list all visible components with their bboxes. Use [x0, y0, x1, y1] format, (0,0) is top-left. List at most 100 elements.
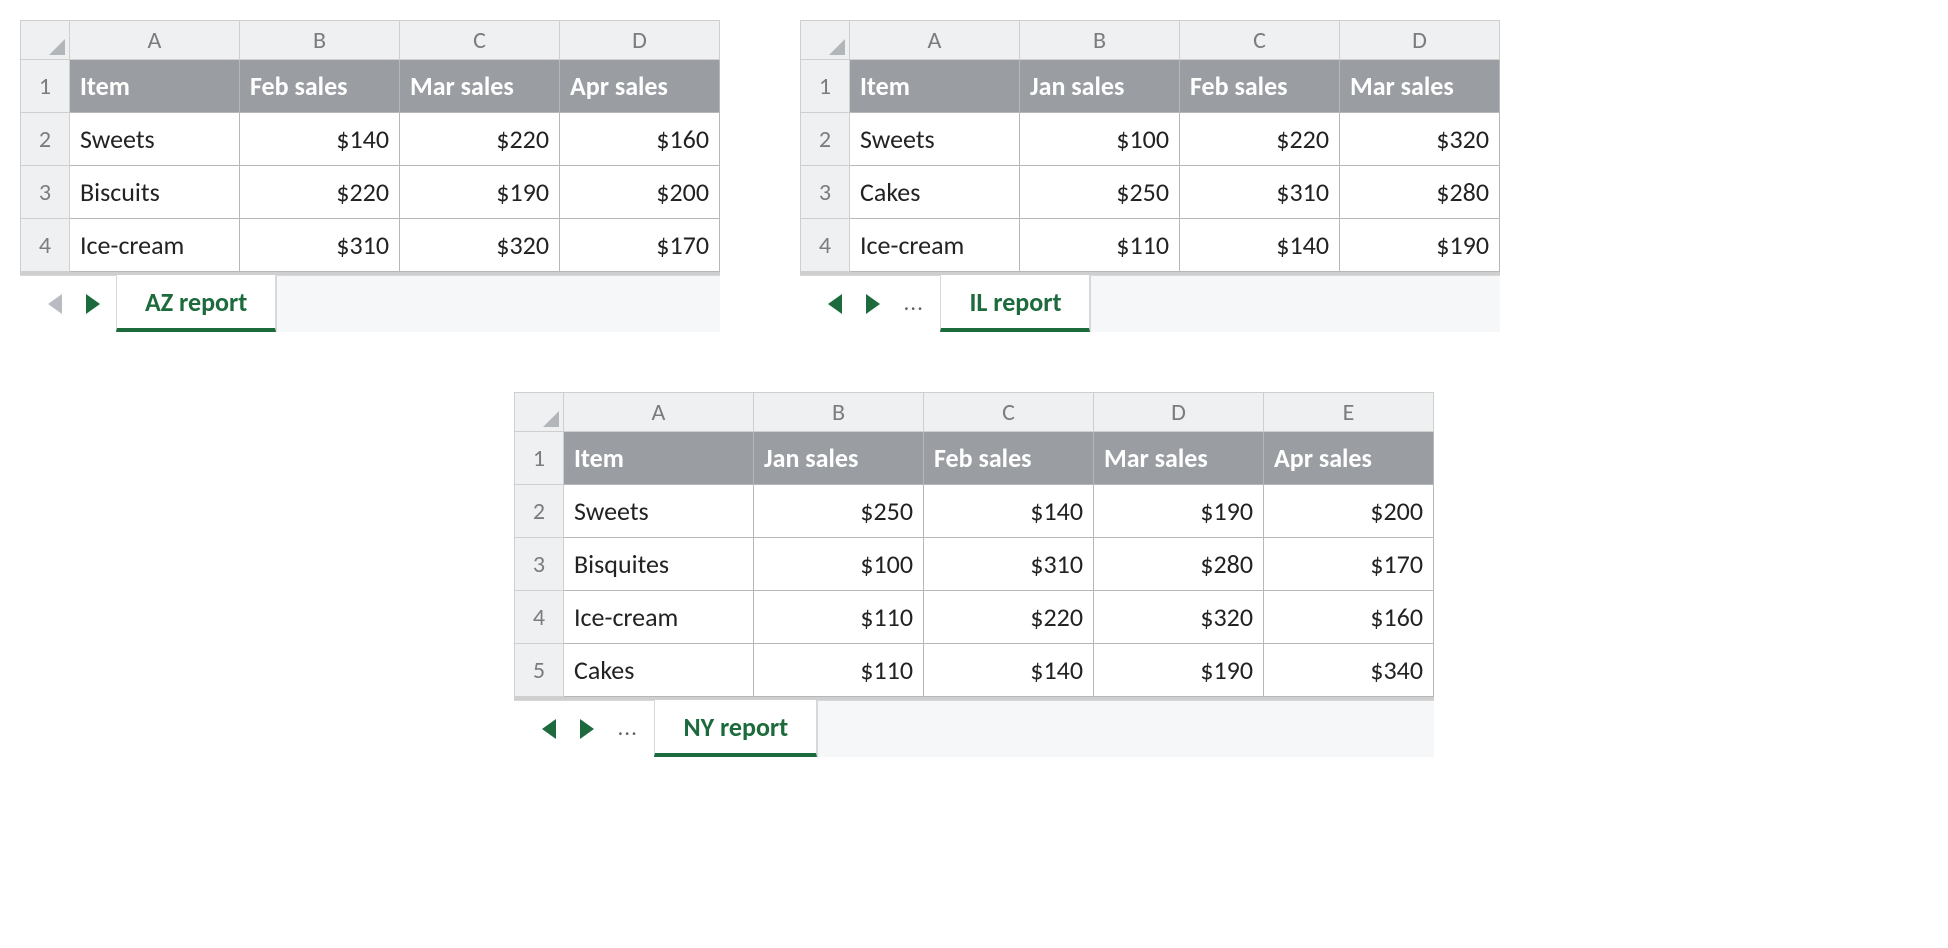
data-cell[interactable]: $100 — [754, 538, 924, 591]
data-cell[interactable]: $320 — [1094, 591, 1264, 644]
data-cell[interactable]: $220 — [1180, 113, 1340, 166]
data-cell[interactable]: Ice-cream — [564, 591, 754, 644]
nav-next-icon[interactable] — [866, 294, 880, 314]
data-cell[interactable]: Ice-cream — [70, 219, 240, 272]
nav-next-icon[interactable] — [86, 294, 100, 314]
row-header-3[interactable]: 3 — [801, 166, 850, 219]
row-header-2[interactable]: 2 — [801, 113, 850, 166]
data-cell[interactable]: $310 — [240, 219, 400, 272]
data-cell[interactable]: $190 — [1094, 644, 1264, 697]
data-cell[interactable]: $190 — [1094, 485, 1264, 538]
data-cell[interactable]: $280 — [1094, 538, 1264, 591]
data-cell[interactable]: $110 — [754, 644, 924, 697]
column-header-b[interactable]: B — [240, 21, 400, 60]
column-header-d[interactable]: D — [560, 21, 720, 60]
data-cell[interactable]: $250 — [1020, 166, 1180, 219]
data-cell[interactable]: $160 — [560, 113, 720, 166]
row-header-4[interactable]: 4 — [515, 591, 564, 644]
column-header-a[interactable]: A — [564, 393, 754, 432]
row-header-1[interactable]: 1 — [21, 60, 70, 113]
row-header-4[interactable]: 4 — [21, 219, 70, 272]
row-header-2[interactable]: 2 — [515, 485, 564, 538]
data-cell[interactable]: $340 — [1264, 644, 1434, 697]
data-cell[interactable]: Biscuits — [70, 166, 240, 219]
nav-more-icon[interactable]: ... — [904, 293, 924, 315]
column-header-c[interactable]: C — [1180, 21, 1340, 60]
row-header-4[interactable]: 4 — [801, 219, 850, 272]
select-all-corner[interactable] — [515, 393, 564, 432]
column-header-d[interactable]: D — [1340, 21, 1500, 60]
data-cell[interactable]: $220 — [924, 591, 1094, 644]
data-cell[interactable]: $110 — [754, 591, 924, 644]
spreadsheet-grid-az[interactable]: ABCD 1ItemFeb salesMar salesApr sales 2Swe… — [20, 20, 720, 272]
nav-prev-icon[interactable] — [48, 294, 62, 314]
header-cell[interactable]: Jan sales — [754, 432, 924, 485]
data-cell[interactable]: $170 — [1264, 538, 1434, 591]
spreadsheet-grid-ny[interactable]: ABCDE 1ItemJan salesFeb salesMar salesApr… — [514, 392, 1434, 697]
data-cell[interactable]: $200 — [560, 166, 720, 219]
sheet-tab-active[interactable]: IL report — [940, 275, 1090, 332]
column-header-c[interactable]: C — [924, 393, 1094, 432]
data-cell[interactable]: $140 — [240, 113, 400, 166]
column-header-e[interactable]: E — [1264, 393, 1434, 432]
nav-more-icon[interactable]: ... — [618, 718, 638, 740]
column-header-c[interactable]: C — [400, 21, 560, 60]
column-header-b[interactable]: B — [1020, 21, 1180, 60]
data-cell[interactable]: Ice-cream — [850, 219, 1020, 272]
nav-prev-icon[interactable] — [828, 294, 842, 314]
select-all-corner[interactable] — [801, 21, 850, 60]
header-cell[interactable]: Feb sales — [924, 432, 1094, 485]
data-cell[interactable]: $200 — [1264, 485, 1434, 538]
data-cell[interactable]: Bisquites — [564, 538, 754, 591]
header-cell[interactable]: Feb sales — [240, 60, 400, 113]
data-cell[interactable]: $320 — [400, 219, 560, 272]
data-cell[interactable]: $310 — [1180, 166, 1340, 219]
header-cell[interactable]: Item — [564, 432, 754, 485]
column-header-a[interactable]: A — [850, 21, 1020, 60]
header-cell[interactable]: Item — [70, 60, 240, 113]
header-cell[interactable]: Jan sales — [1020, 60, 1180, 113]
row-header-1[interactable]: 1 — [801, 60, 850, 113]
data-cell[interactable]: $100 — [1020, 113, 1180, 166]
row-header-3[interactable]: 3 — [21, 166, 70, 219]
header-cell[interactable]: Apr sales — [1264, 432, 1434, 485]
row-header-3[interactable]: 3 — [515, 538, 564, 591]
nav-prev-icon[interactable] — [542, 719, 556, 739]
header-cell[interactable]: Mar sales — [1094, 432, 1264, 485]
data-cell[interactable]: $310 — [924, 538, 1094, 591]
row-header-5[interactable]: 5 — [515, 644, 564, 697]
data-cell[interactable]: $110 — [1020, 219, 1180, 272]
row-header-1[interactable]: 1 — [515, 432, 564, 485]
data-cell[interactable]: $220 — [240, 166, 400, 219]
data-cell[interactable]: Sweets — [850, 113, 1020, 166]
header-cell[interactable]: Mar sales — [400, 60, 560, 113]
select-all-corner[interactable] — [21, 21, 70, 60]
data-cell[interactable]: Cakes — [850, 166, 1020, 219]
data-cell[interactable]: $170 — [560, 219, 720, 272]
data-cell[interactable]: $280 — [1340, 166, 1500, 219]
data-cell[interactable]: $250 — [754, 485, 924, 538]
header-cell[interactable]: Item — [850, 60, 1020, 113]
data-cell[interactable]: Sweets — [564, 485, 754, 538]
data-cell[interactable]: $140 — [1180, 219, 1340, 272]
header-cell[interactable]: Apr sales — [560, 60, 720, 113]
data-cell[interactable]: $220 — [400, 113, 560, 166]
data-cell[interactable]: $190 — [1340, 219, 1500, 272]
header-cell[interactable]: Feb sales — [1180, 60, 1340, 113]
data-cell[interactable]: Sweets — [70, 113, 240, 166]
nav-next-icon[interactable] — [580, 719, 594, 739]
data-cell[interactable]: $190 — [400, 166, 560, 219]
sheet-tab-active[interactable]: AZ report — [116, 275, 276, 332]
sheet-tab-active[interactable]: NY report — [654, 700, 817, 757]
data-cell[interactable]: Cakes — [564, 644, 754, 697]
data-cell[interactable]: $140 — [924, 485, 1094, 538]
data-cell[interactable]: $160 — [1264, 591, 1434, 644]
data-cell[interactable]: $140 — [924, 644, 1094, 697]
row-header-2[interactable]: 2 — [21, 113, 70, 166]
column-header-a[interactable]: A — [70, 21, 240, 60]
column-header-b[interactable]: B — [754, 393, 924, 432]
data-cell[interactable]: $320 — [1340, 113, 1500, 166]
column-header-d[interactable]: D — [1094, 393, 1264, 432]
header-cell[interactable]: Mar sales — [1340, 60, 1500, 113]
spreadsheet-grid-il[interactable]: ABCD 1ItemJan salesFeb salesMar sales 2Swe… — [800, 20, 1500, 272]
